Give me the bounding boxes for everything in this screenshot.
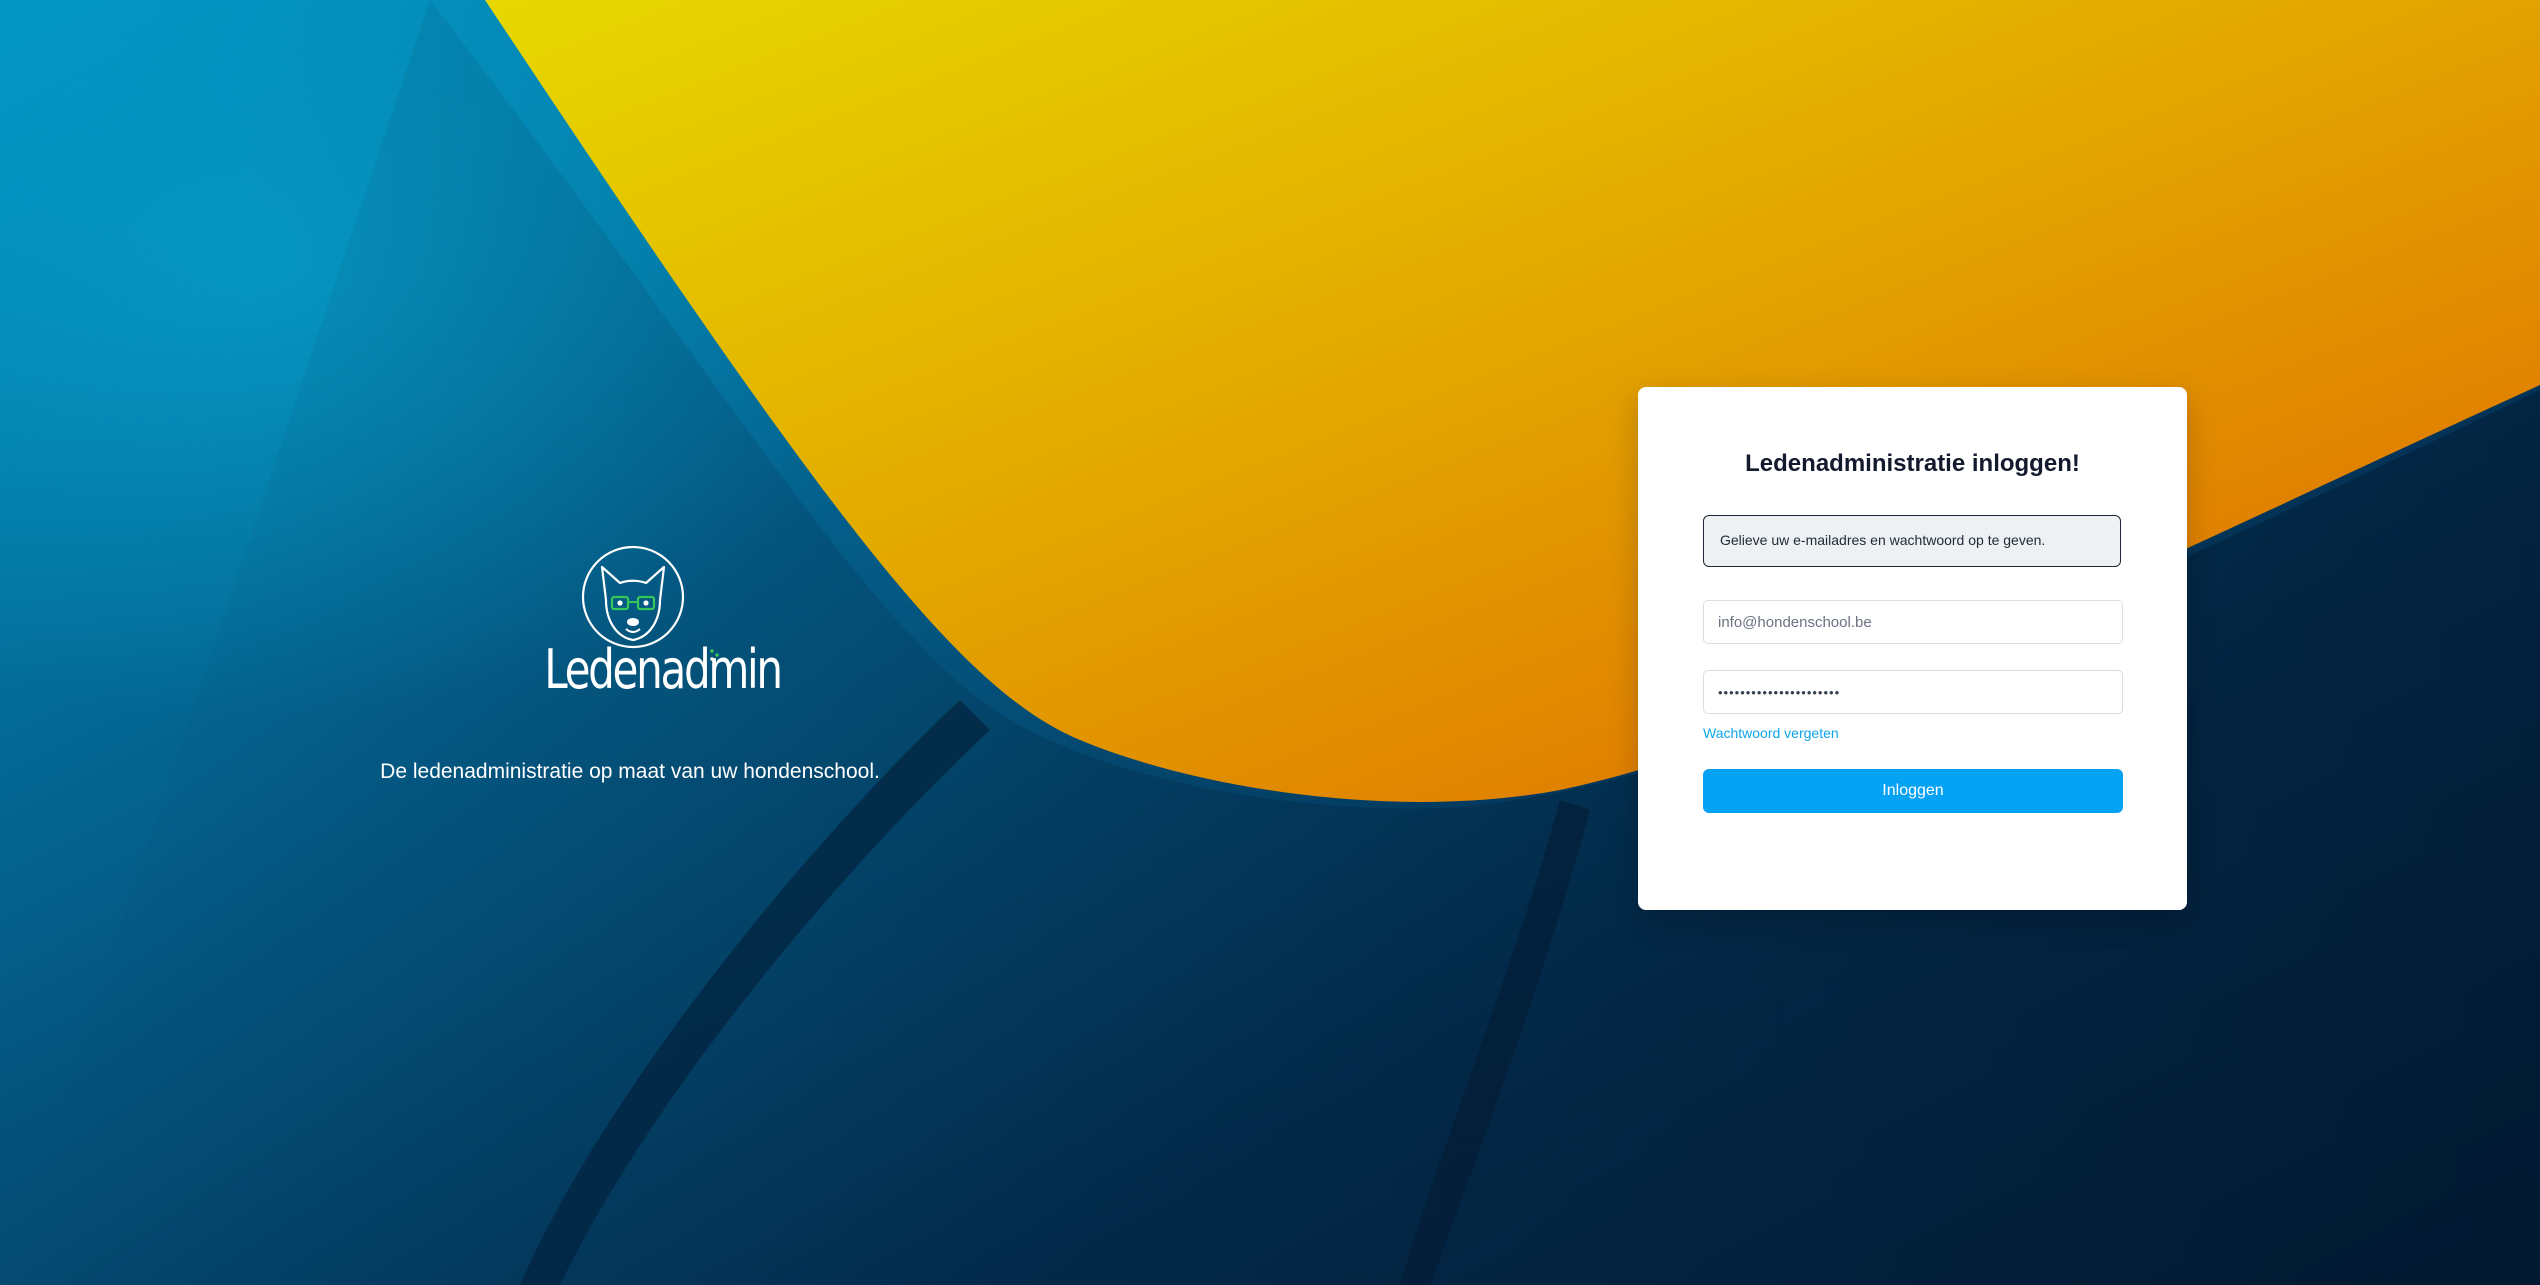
brand-tagline: De ledenadministratie op maat van uw hon… — [380, 760, 880, 783]
forgot-password-link[interactable]: Wachtwoord vergeten — [1703, 725, 1839, 741]
login-card: Ledenadministratie inloggen! Gelieve uw … — [1638, 387, 2187, 910]
login-button[interactable]: Inloggen — [1703, 769, 2123, 813]
brand-logo: Ledenadmin — [520, 545, 783, 720]
login-page: Ledenadmin De ledenadministratie op maat… — [0, 0, 2540, 1285]
login-notice: Gelieve uw e-mailadres en wachtwoord op … — [1703, 515, 2121, 567]
email-field[interactable] — [1703, 600, 2123, 644]
logo-wordmark: Ledenadmin — [544, 638, 783, 701]
login-title: Ledenadministratie inloggen! — [1745, 450, 2080, 477]
sparkle-dots-icon — [710, 649, 719, 661]
brand-section: Ledenadmin De ledenadministratie op maat… — [380, 545, 880, 784]
password-field[interactable] — [1703, 670, 2123, 714]
